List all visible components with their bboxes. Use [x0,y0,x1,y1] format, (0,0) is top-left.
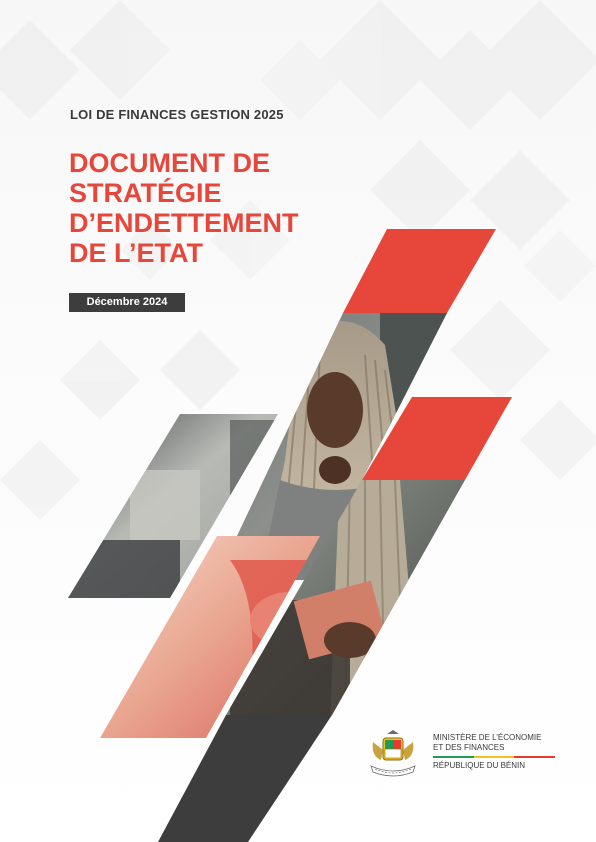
flag-yellow [473,756,515,758]
ministry-logo: MINISTÈRE DE L’ÉCONOMIE ET DES FINANCES … [365,728,565,784]
red-stripe-top [343,229,496,313]
ministry-text: MINISTÈRE DE L’ÉCONOMIE ET DES FINANCES … [433,733,573,771]
cover-page: LOI DE FINANCES GESTION 2025 DOCUMENT DE… [0,0,596,842]
ministry-name-line1: MINISTÈRE DE L’ÉCONOMIE [433,733,542,742]
coat-of-arms-icon [370,730,416,777]
cover-artwork [68,229,512,842]
flag-color-bar [433,756,556,758]
flag-red [514,756,556,758]
ministry-name-line2: ET DES FINANCES [433,743,505,752]
republic-name: RÉPUBLIQUE DU BÉNIN [433,761,526,770]
flag-green [433,756,474,758]
